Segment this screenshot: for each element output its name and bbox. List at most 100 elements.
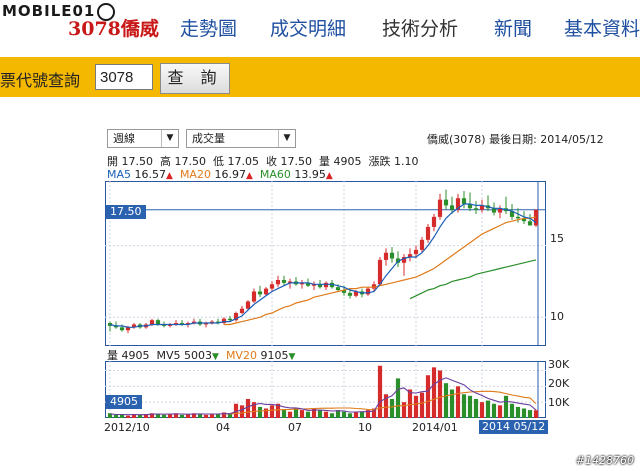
candle-body: [335, 287, 341, 291]
top-nav: 3078僑威 走勢圖 成交明細 技術分析 新聞 基本資料: [0, 14, 640, 46]
time-tick-10: 10: [358, 421, 372, 434]
volume-bar: [317, 410, 323, 418]
candle-body: [119, 327, 125, 331]
volume-bar: [479, 402, 485, 418]
candle-body: [323, 282, 329, 288]
chevron-down-icon: ▼: [278, 130, 295, 147]
volume-bar: [245, 399, 251, 418]
up-triangle-icon: ▲: [325, 171, 333, 181]
volume-bar: [515, 406, 521, 418]
volume-bar: [497, 405, 503, 418]
volume-bar: [131, 414, 137, 418]
volume-bar: [125, 415, 131, 418]
volume-bar: [437, 370, 443, 418]
search-button[interactable]: 查 詢: [160, 63, 230, 94]
nav-tab-news[interactable]: 新聞: [494, 14, 532, 41]
volume-bar: [407, 389, 413, 418]
candle-body: [251, 291, 257, 302]
time-tick-2012-10: 2012/10: [104, 421, 150, 434]
change-label: 漲跌: [368, 155, 391, 168]
period-select-value: 週線: [113, 132, 135, 145]
candle-body: [443, 199, 449, 206]
volume-bar: [347, 413, 353, 418]
candle-body: [275, 280, 281, 285]
candle-body: [377, 259, 383, 285]
volume-plot-frame: [105, 361, 546, 418]
volume-chart[interactable]: [105, 361, 546, 418]
ma20-label: MA20: [179, 168, 211, 181]
chevron-down-icon: ▼: [161, 130, 178, 147]
candle-body: [491, 208, 497, 213]
candle-body: [383, 252, 389, 260]
candle-body: [269, 284, 275, 289]
high-label: 高: [160, 155, 171, 168]
volume-bar: [287, 411, 293, 418]
volume-bar: [401, 402, 407, 418]
stock-code-input[interactable]: [95, 64, 153, 90]
volume-bar: [113, 414, 119, 418]
ma5-value: 16.57: [134, 168, 167, 181]
volume-bar: [389, 399, 395, 418]
volume-bar: [281, 410, 287, 418]
volume-bar: [461, 394, 467, 418]
volume-bar: [305, 411, 311, 418]
candle-body: [257, 291, 263, 295]
nav-tab-profile[interactable]: 基本資料: [564, 14, 640, 41]
candle: [233, 311, 239, 322]
candle-body: [155, 320, 161, 325]
volume-bar: [413, 395, 419, 418]
nav-tab-trades[interactable]: 成交明細: [270, 14, 346, 41]
volume-bar: [299, 410, 305, 418]
volume-bar: [203, 414, 209, 418]
open-label: 開: [107, 155, 118, 168]
volume-bar: [425, 375, 431, 418]
open-value: 17.50: [121, 155, 154, 168]
volume-bar: [179, 414, 185, 418]
candle-body: [389, 252, 395, 259]
price-chart[interactable]: [105, 181, 546, 346]
candle-body: [425, 226, 431, 240]
candle-body: [239, 308, 245, 313]
indicator-select-value: 成交量: [192, 132, 225, 145]
volume-bar: [197, 414, 203, 418]
ma5-label: MA5: [107, 168, 132, 181]
volume-bar: [239, 405, 245, 418]
volume-bar: [377, 365, 383, 418]
nav-tab-trend[interactable]: 走勢圖: [180, 14, 237, 41]
volume-bar: [167, 414, 173, 418]
volume-bar: [419, 392, 425, 418]
volume-bar: [215, 414, 221, 418]
last-date-tag: 2014 05/12: [479, 420, 549, 434]
ma60-label: MA60: [259, 168, 291, 181]
candle-body: [437, 199, 443, 217]
volume-bar: [155, 414, 161, 418]
quote-line: 開 17.50 高 17.50 低 17.05 收 17.50 量 4905 漲…: [107, 153, 419, 169]
nav-tab-technical[interactable]: 技術分析: [382, 14, 458, 41]
volume-bar: [485, 400, 491, 418]
indicator-select[interactable]: 成交量 ▼: [186, 129, 296, 148]
price-plot-frame: [105, 181, 546, 346]
period-select[interactable]: 週線 ▼: [107, 129, 179, 148]
ma-legend: MA5 16.57▲ MA20 16.97▲ MA60 13.95▲: [107, 168, 333, 181]
volume-bar: [161, 414, 167, 418]
volume-bar: [455, 386, 461, 418]
volume-bar: [521, 408, 527, 418]
time-tick-04: 04: [216, 421, 230, 434]
volume-bar: [269, 405, 275, 418]
volume-bar: [443, 383, 449, 418]
time-tick-2014-01: 2014/01: [412, 421, 458, 434]
volume-bar: [353, 411, 359, 418]
change-value: 1.10: [394, 155, 419, 168]
volume-bar: [527, 410, 533, 418]
nav-tab-stock[interactable]: 3078僑威: [68, 14, 159, 41]
candle-body: [245, 301, 251, 309]
volume-bar: [431, 367, 437, 418]
ma60-value: 13.95: [294, 168, 326, 181]
price-axis-tick-10: 10: [550, 310, 564, 323]
stock-search-bar: 股票代號查詢 查 詢: [0, 57, 640, 97]
volume-bar: [473, 399, 479, 418]
candle-body: [449, 205, 455, 210]
candle-body: [281, 280, 287, 283]
volume-bar: [263, 408, 269, 418]
volume-bar: [137, 414, 143, 418]
